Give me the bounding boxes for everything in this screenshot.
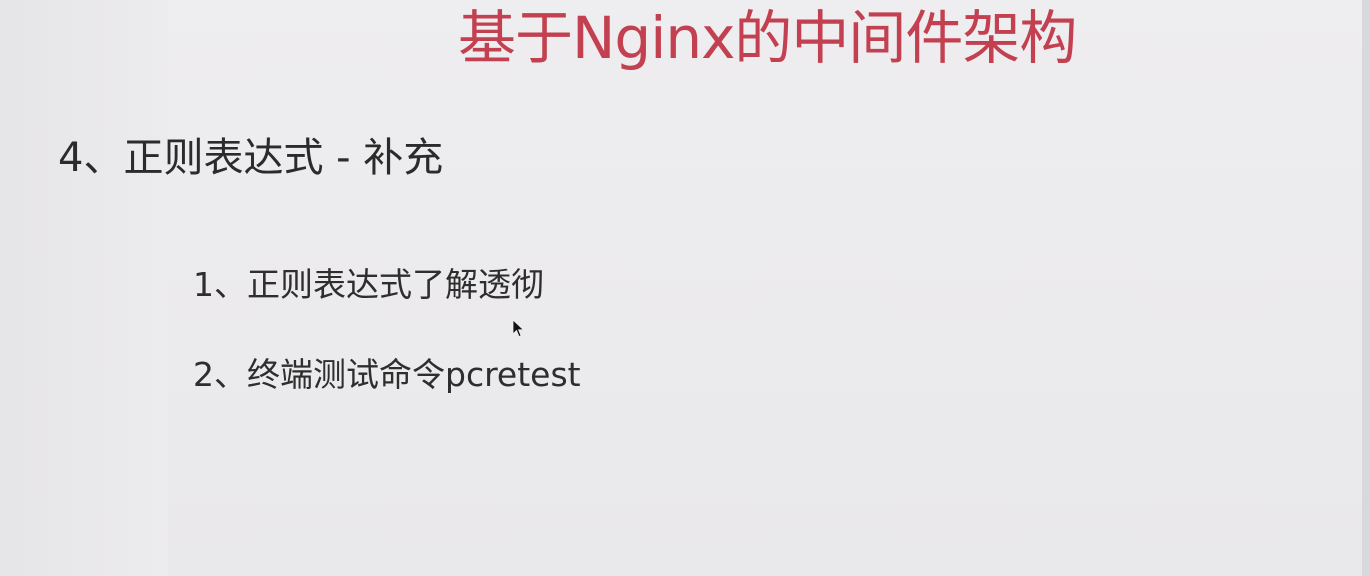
slide-title: 基于Nginx的中间件架构: [458, 4, 1077, 72]
slide-right-edge: [1362, 0, 1370, 576]
section-heading: 4、正则表达式 - 补充: [58, 135, 444, 181]
mouse-pointer-icon: [512, 319, 526, 339]
list-item: 1、正则表达式了解透彻: [193, 265, 544, 304]
slide-left-shade: [0, 0, 168, 576]
list-item: 2、终端测试命令pcretest: [193, 355, 581, 394]
presentation-slide: 基于Nginx的中间件架构 4、正则表达式 - 补充 1、正则表达式了解透彻 2…: [0, 0, 1370, 576]
